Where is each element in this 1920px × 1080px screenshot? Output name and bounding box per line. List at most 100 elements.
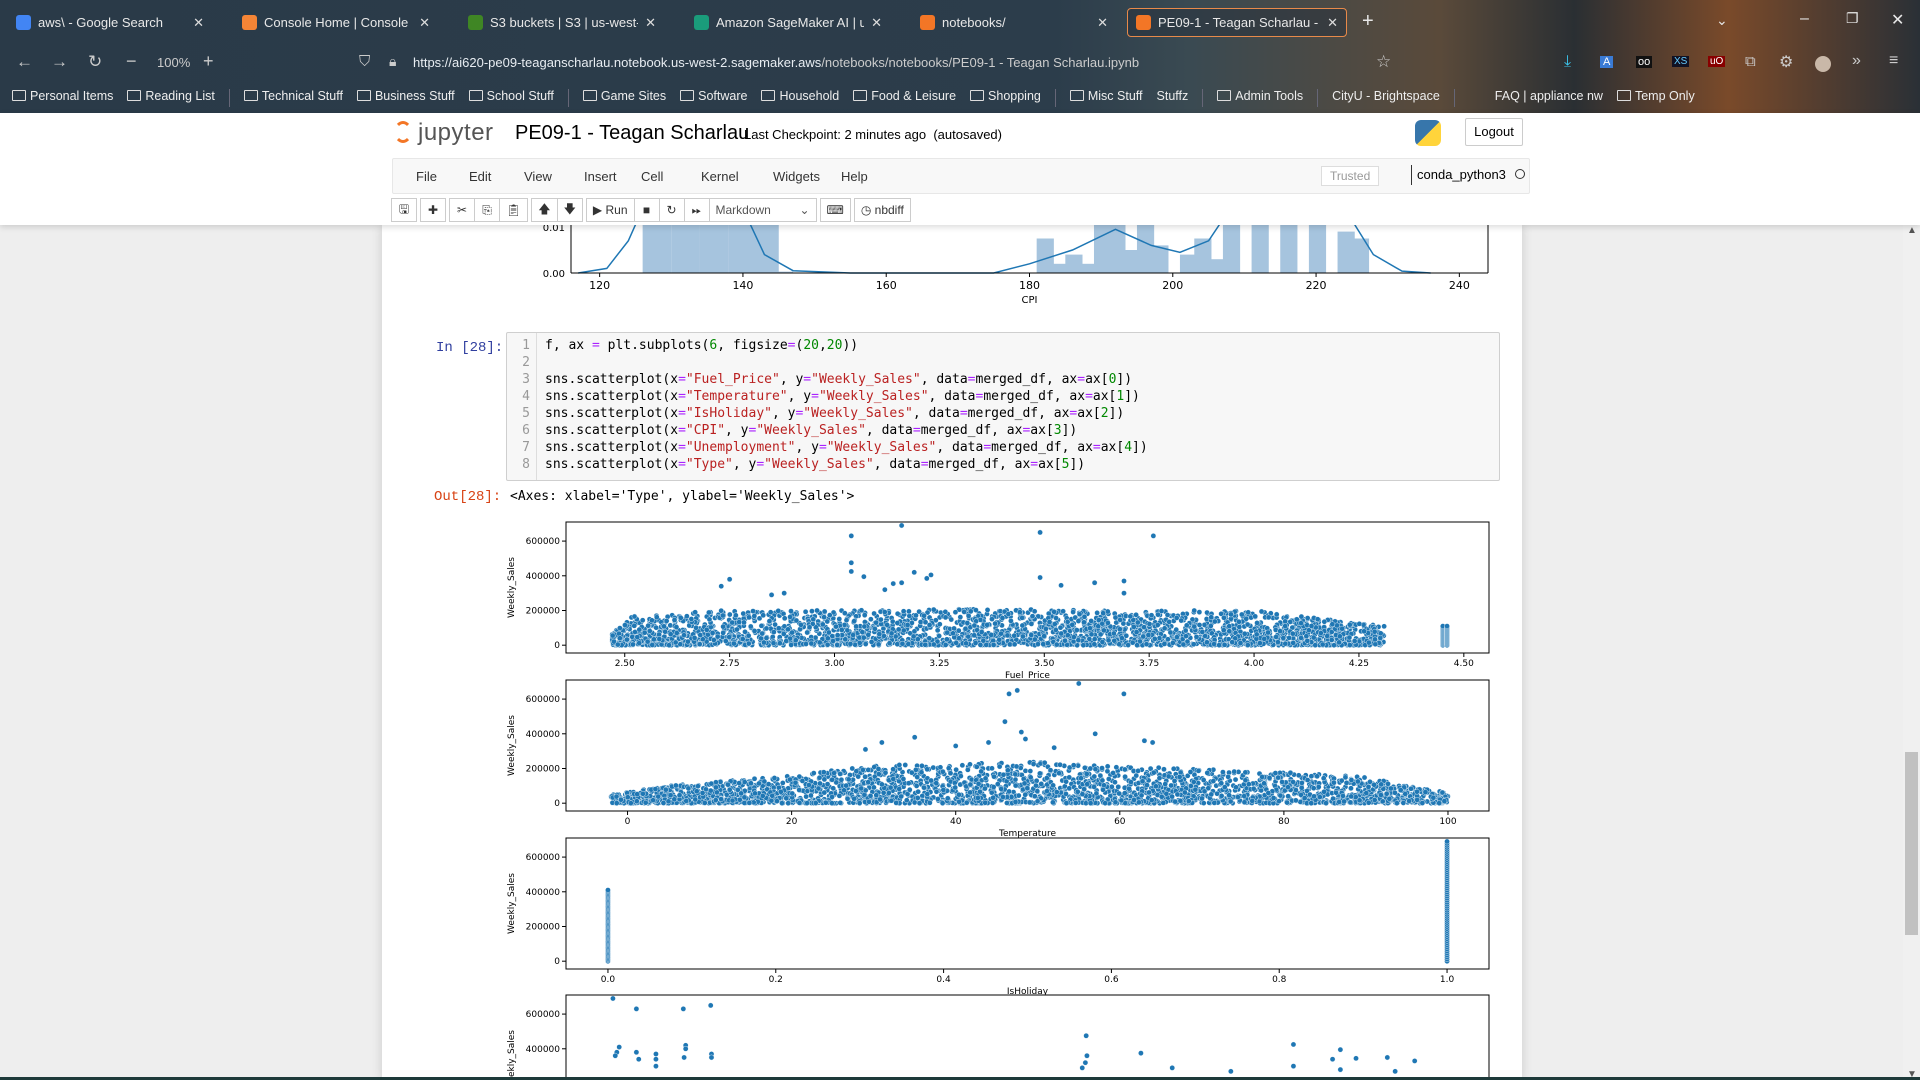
menu-cell[interactable]: Cell: [641, 169, 663, 184]
scatter-point: [982, 799, 989, 806]
move-down-icon[interactable]: 🡇: [556, 198, 583, 222]
trusted-indicator[interactable]: Trusted: [1321, 166, 1380, 186]
run-button[interactable]: ▶ Run: [585, 198, 635, 222]
bookmark-item[interactable]: Software: [680, 89, 747, 107]
logout-button[interactable]: Logout: [1465, 118, 1523, 146]
close-tab-icon[interactable]: ✕: [1097, 15, 1108, 31]
back-icon[interactable]: ←: [16, 52, 33, 72]
minimize-button[interactable]: –: [1800, 10, 1809, 28]
move-up-icon[interactable]: 🡅: [531, 198, 558, 222]
bookmark-item[interactable]: Shopping: [970, 89, 1041, 107]
bookmark-item[interactable]: School Stuff: [469, 89, 554, 107]
forward-icon[interactable]: →: [51, 52, 68, 72]
close-tab-icon[interactable]: ✕: [1327, 15, 1338, 31]
bookmark-item[interactable]: Game Sites: [583, 89, 666, 107]
scatter-point: [952, 609, 959, 615]
scatter-point: [780, 631, 787, 637]
extensions-puzzle-icon[interactable]: ⧉: [1745, 53, 1756, 70]
bookmark-item[interactable]: Temp Only: [1617, 89, 1695, 107]
bookmark-star-icon[interactable]: ☆: [1376, 52, 1391, 72]
restart-icon[interactable]: ↻: [658, 198, 685, 222]
close-tab-icon[interactable]: ✕: [871, 15, 882, 31]
stop-icon[interactable]: ■: [633, 198, 660, 222]
translate-icon[interactable]: A: [1600, 56, 1614, 68]
browser-tab[interactable]: notebooks/ ✕: [912, 8, 1116, 37]
reload-icon[interactable]: ↻: [88, 52, 102, 72]
scatter-point: [1290, 640, 1297, 646]
scatter-point: [1081, 786, 1087, 792]
zoom-in-button[interactable]: +: [203, 51, 214, 72]
bookmark-item[interactable]: FAQ | appliance nw: [1495, 89, 1603, 107]
browser-tab[interactable]: Console Home | Console Home✕: [234, 8, 438, 37]
bookmark-item[interactable]: Admin Tools: [1217, 89, 1303, 107]
kernel-indicator[interactable]: conda_python3: [1411, 165, 1525, 185]
browser-tab[interactable]: PE09-1 - Teagan Scharlau - Jupyter Noteb…: [1127, 8, 1347, 37]
menu-kernel[interactable]: Kernel: [701, 169, 739, 184]
download-icon[interactable]: ⤓: [1564, 53, 1571, 71]
insert-cell-icon[interactable]: ✚: [420, 198, 446, 222]
tab-list-chevron-icon[interactable]: ⌄: [1716, 12, 1728, 29]
scatter-point: [1076, 611, 1083, 618]
scatter-point: [926, 622, 933, 628]
ublock-icon[interactable]: uO: [1708, 56, 1726, 67]
browser-tab[interactable]: S3 buckets | S3 | us-west-2 ✕: [460, 8, 664, 37]
jupyter-logo[interactable]: jupyter: [394, 119, 494, 147]
copy-icon[interactable]: ⎘: [474, 198, 500, 222]
scatter-point: [1041, 759, 1048, 766]
cut-icon[interactable]: ✂: [449, 198, 475, 222]
bookmark-item[interactable]: Household: [761, 89, 839, 107]
tab-title: notebooks/: [942, 15, 1006, 30]
browser-tab[interactable]: aws\ - Google Search ✕: [8, 8, 212, 37]
bookmark-item[interactable]: Reading List: [127, 89, 215, 107]
cell-type-select[interactable]: Markdown ⌄: [708, 198, 817, 222]
fast-forward-icon[interactable]: ⏩︎: [683, 198, 710, 222]
bookmark-item[interactable]: Food & Leisure: [853, 89, 956, 107]
close-tab-icon[interactable]: ✕: [645, 15, 656, 31]
bookmark-item[interactable]: Technical Stuff: [244, 89, 343, 107]
extension-xs-icon[interactable]: XS: [1672, 56, 1690, 67]
menu-help[interactable]: Help: [841, 169, 868, 184]
scatter-point: [1072, 800, 1079, 806]
zoom-out-button[interactable]: −: [126, 51, 137, 72]
scatter-point: [1229, 639, 1236, 645]
zoom-level[interactable]: 100%: [157, 55, 190, 70]
new-tab-button[interactable]: +: [1362, 10, 1374, 33]
avatar[interactable]: [1815, 56, 1831, 72]
bookmark-item[interactable]: CityU - Brightspace: [1332, 89, 1440, 107]
paste-icon[interactable]: 📋︎: [499, 198, 529, 222]
settings-gear-icon[interactable]: ⚙: [1779, 52, 1793, 72]
y-tick-label: 200000: [526, 606, 561, 616]
lock-icon[interactable]: 🔒︎: [389, 53, 396, 70]
close-tab-icon[interactable]: ✕: [193, 15, 204, 31]
extension-icon[interactable]: oo: [1636, 56, 1653, 68]
url-bar[interactable]: https://ai620-pe09-teaganscharlau.notebo…: [413, 55, 1139, 70]
scatter-point: [1200, 777, 1207, 783]
overflow-chevron-icon[interactable]: »: [1852, 52, 1861, 70]
notebook-container: 0.00 0.01 120 140 160 180 200 220 240 CPI In [28]…: [382, 225, 1522, 1080]
nbdiff-button[interactable]: ◷ nbdiff: [853, 198, 911, 222]
menu-view[interactable]: View: [524, 169, 552, 184]
menu-file[interactable]: File: [416, 169, 437, 184]
menu-insert[interactable]: Insert: [584, 169, 617, 184]
scatter-point: [1196, 622, 1203, 628]
keyboard-icon[interactable]: ⌨: [819, 198, 851, 222]
app-menu-icon[interactable]: ≡: [1889, 52, 1898, 70]
close-window-button[interactable]: ✕: [1891, 10, 1904, 30]
menu-edit[interactable]: Edit: [469, 169, 491, 184]
menu-widgets[interactable]: Widgets: [773, 169, 820, 184]
bookmark-item[interactable]: Personal Items: [12, 89, 113, 107]
scatter-point: [746, 614, 752, 621]
bookmark-item[interactable]: Misc Stuff: [1070, 89, 1143, 107]
bookmark-item[interactable]: Stuffz: [1157, 89, 1189, 107]
browser-tab[interactable]: Amazon SageMaker AI | us-west-2✕: [686, 8, 890, 37]
save-icon[interactable]: 🖫: [391, 198, 417, 222]
scatter-point: [1282, 618, 1289, 625]
notebook-title[interactable]: PE09-1 - Teagan Scharlau: [515, 122, 749, 145]
scatter-point: [1366, 639, 1372, 646]
close-tab-icon[interactable]: ✕: [419, 15, 430, 31]
bookmark-item[interactable]: Business Stuff: [357, 89, 455, 107]
scatter-point: [759, 630, 766, 637]
restore-button[interactable]: ❐: [1846, 10, 1859, 27]
shield-icon[interactable]: ⛉: [359, 53, 370, 70]
scatter-point: [1343, 780, 1350, 786]
